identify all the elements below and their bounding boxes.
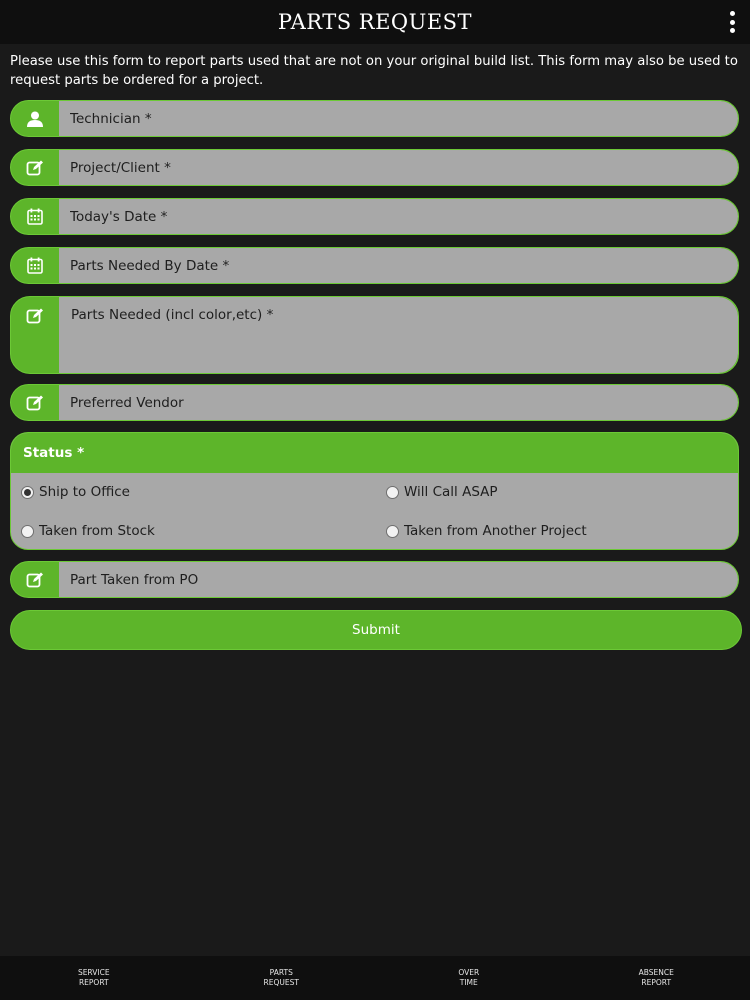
parts-needed-by-date-input[interactable] — [59, 248, 738, 283]
radio-unchecked-icon[interactable] — [386, 524, 399, 538]
edit-icon — [11, 385, 59, 420]
calendar-icon — [11, 248, 59, 283]
edit-icon — [11, 150, 59, 185]
radio-taken-from-stock[interactable]: Taken from Stock — [21, 523, 155, 539]
kebab-menu-icon[interactable] — [728, 11, 736, 33]
radio-ship-to-office[interactable]: Ship to Office — [21, 484, 130, 500]
nav-over-time[interactable]: OVER TIME — [375, 956, 563, 1000]
project-client-field — [10, 149, 739, 186]
parts-needed-by-date-field — [10, 247, 739, 284]
preferred-vendor-input[interactable] — [59, 385, 738, 420]
radio-label: Will Call ASAP — [404, 484, 498, 500]
radio-unchecked-icon[interactable] — [21, 524, 34, 538]
nav-service-report[interactable]: SERVICE REPORT — [0, 956, 188, 1000]
radio-checked-icon[interactable] — [21, 485, 34, 499]
submit-button[interactable]: Submit — [10, 610, 742, 650]
radio-taken-from-another-project[interactable]: Taken from Another Project — [386, 523, 587, 539]
radio-label: Taken from Stock — [39, 523, 155, 539]
technician-field — [10, 100, 739, 137]
project-client-input[interactable] — [59, 150, 738, 185]
technician-input[interactable] — [59, 101, 738, 136]
radio-will-call-asap[interactable]: Will Call ASAP — [386, 484, 498, 500]
todays-date-input[interactable] — [59, 199, 738, 234]
page-title: PARTS REQUEST — [277, 10, 473, 34]
nav-parts-request[interactable]: PARTS REQUEST — [188, 956, 376, 1000]
preferred-vendor-field — [10, 384, 739, 421]
radio-unchecked-icon[interactable] — [386, 485, 399, 499]
top-bar: PARTS REQUEST — [0, 0, 750, 44]
part-taken-from-po-input[interactable] — [59, 562, 738, 597]
part-taken-from-po-field — [10, 561, 739, 598]
bottom-nav: SERVICE REPORT PARTS REQUEST OVER TIME A… — [0, 956, 750, 1000]
status-radio-group: Status * Ship to Office Will Call ASAP T… — [10, 432, 739, 550]
todays-date-field — [10, 198, 739, 235]
calendar-icon — [11, 199, 59, 234]
edit-icon — [11, 562, 59, 597]
nav-absence-report[interactable]: ABSENCE REPORT — [563, 956, 750, 1000]
app-screen: PARTS REQUEST Please use this form to re… — [0, 0, 750, 1000]
intro-text: Please use this form to report parts use… — [10, 54, 738, 88]
edit-icon — [11, 297, 59, 373]
radio-label: Taken from Another Project — [404, 523, 587, 539]
radio-label: Ship to Office — [39, 484, 130, 500]
parts-needed-field — [10, 296, 739, 374]
parts-needed-textarea[interactable] — [59, 297, 738, 373]
user-icon — [11, 101, 59, 136]
status-label: Status * — [11, 433, 738, 473]
